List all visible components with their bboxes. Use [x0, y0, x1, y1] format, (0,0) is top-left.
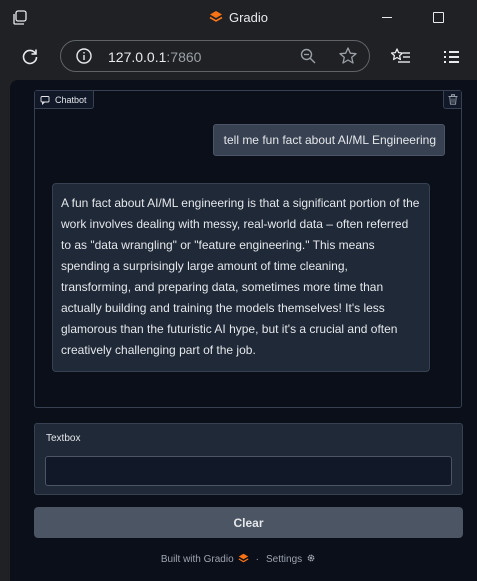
- gradio-logo-icon: [238, 553, 249, 563]
- chatbot-panel: Chatbot tell me fun fact about AI/ML Eng…: [34, 90, 462, 408]
- zoom-icon[interactable]: [299, 47, 317, 65]
- textbox-panel: Textbox: [34, 423, 463, 495]
- browser-titlebar: Gradio: [0, 0, 477, 36]
- url-port: :7860: [166, 49, 202, 65]
- footer-separator: ·: [255, 554, 259, 565]
- reload-icon[interactable]: [20, 47, 40, 67]
- built-with-text: Built with Gradio: [160, 554, 234, 565]
- browser-menu-icon[interactable]: [441, 47, 461, 67]
- trash-icon: [448, 94, 457, 105]
- settings-text: Settings: [266, 554, 303, 565]
- url-host: 127.0.0.1: [108, 49, 167, 65]
- gear-icon: [307, 554, 315, 562]
- clear-chat-button[interactable]: [443, 91, 461, 109]
- gradio-app: Chatbot tell me fun fact about AI/ML Eng…: [10, 80, 477, 581]
- tab-title[interactable]: Gradio: [0, 10, 477, 25]
- tab-title-text: Gradio: [228, 10, 269, 25]
- settings-link[interactable]: Settings: [266, 554, 316, 565]
- gradio-logo-icon: [209, 11, 223, 22]
- built-with-gradio-link[interactable]: Built with Gradio: [160, 553, 249, 565]
- user-message: tell me fun fact about AI/ML Engineering: [212, 124, 445, 156]
- favorites-list-icon[interactable]: [390, 47, 412, 67]
- textbox-label: Textbox: [46, 433, 81, 444]
- clear-button[interactable]: Clear: [34, 507, 463, 538]
- message-input[interactable]: [45, 456, 452, 486]
- url-text[interactable]: 127.0.0.1:7860: [108, 49, 201, 65]
- address-bar[interactable]: 127.0.0.1:7860: [60, 40, 370, 72]
- footer: Built with Gradio · Settings: [10, 553, 467, 565]
- bot-message: A fun fact about AI/ML engineering is th…: [52, 183, 430, 372]
- chatbot-label: Chatbot: [35, 91, 94, 109]
- chatbot-label-text: Chatbot: [55, 94, 87, 105]
- maximize-icon[interactable]: [433, 12, 444, 23]
- bookmark-star-icon[interactable]: [338, 46, 358, 66]
- minimize-icon[interactable]: [382, 17, 392, 18]
- chat-bubble-icon: [40, 95, 50, 105]
- site-info-icon[interactable]: [75, 47, 93, 65]
